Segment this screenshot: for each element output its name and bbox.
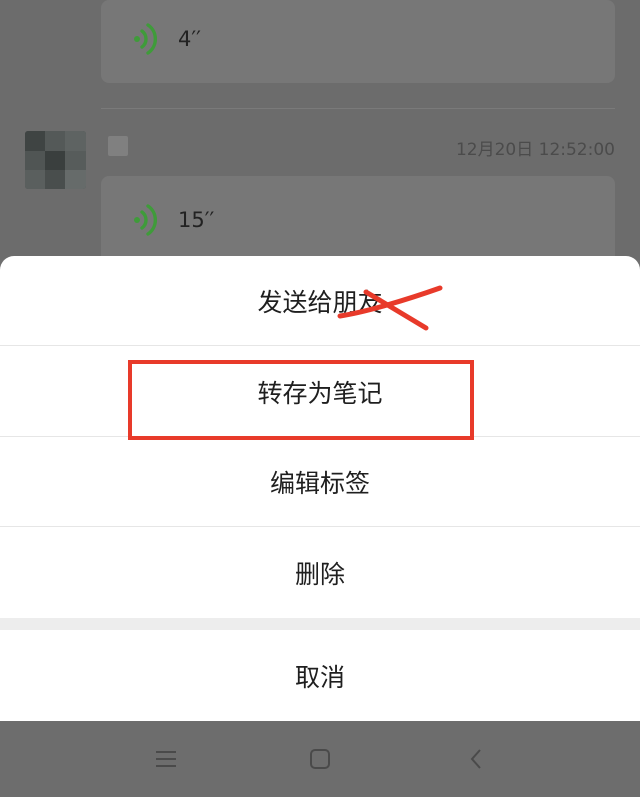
action-sheet: 发送给朋友 转存为笔记 编辑标签 删除 取消 [0,256,640,721]
edit-tags-option[interactable]: 编辑标签 [0,437,640,527]
voice-duration: 4′′ [178,27,201,51]
back-button[interactable] [458,741,494,777]
message-divider [101,108,615,109]
menu-icon [156,751,176,767]
sender-name-blurred [108,136,128,156]
cancel-button[interactable]: 取消 [0,630,640,721]
menu-button[interactable] [148,741,184,777]
voice-wave-icon [134,204,158,236]
avatar[interactable] [25,131,86,189]
sheet-separator [0,618,640,630]
voice-wave-icon [134,23,158,55]
voice-duration: 15′′ [178,208,215,232]
send-to-friend-option[interactable]: 发送给朋友 [0,256,640,346]
highlight-annotation-box [128,360,474,440]
delete-option[interactable]: 删除 [0,527,640,618]
system-nav-bar [0,721,640,797]
home-icon [310,749,330,769]
strike-annotation [337,285,443,331]
message-timestamp: 12月20日 12:52:00 [455,140,615,160]
home-button[interactable] [302,741,338,777]
back-icon [470,749,481,769]
